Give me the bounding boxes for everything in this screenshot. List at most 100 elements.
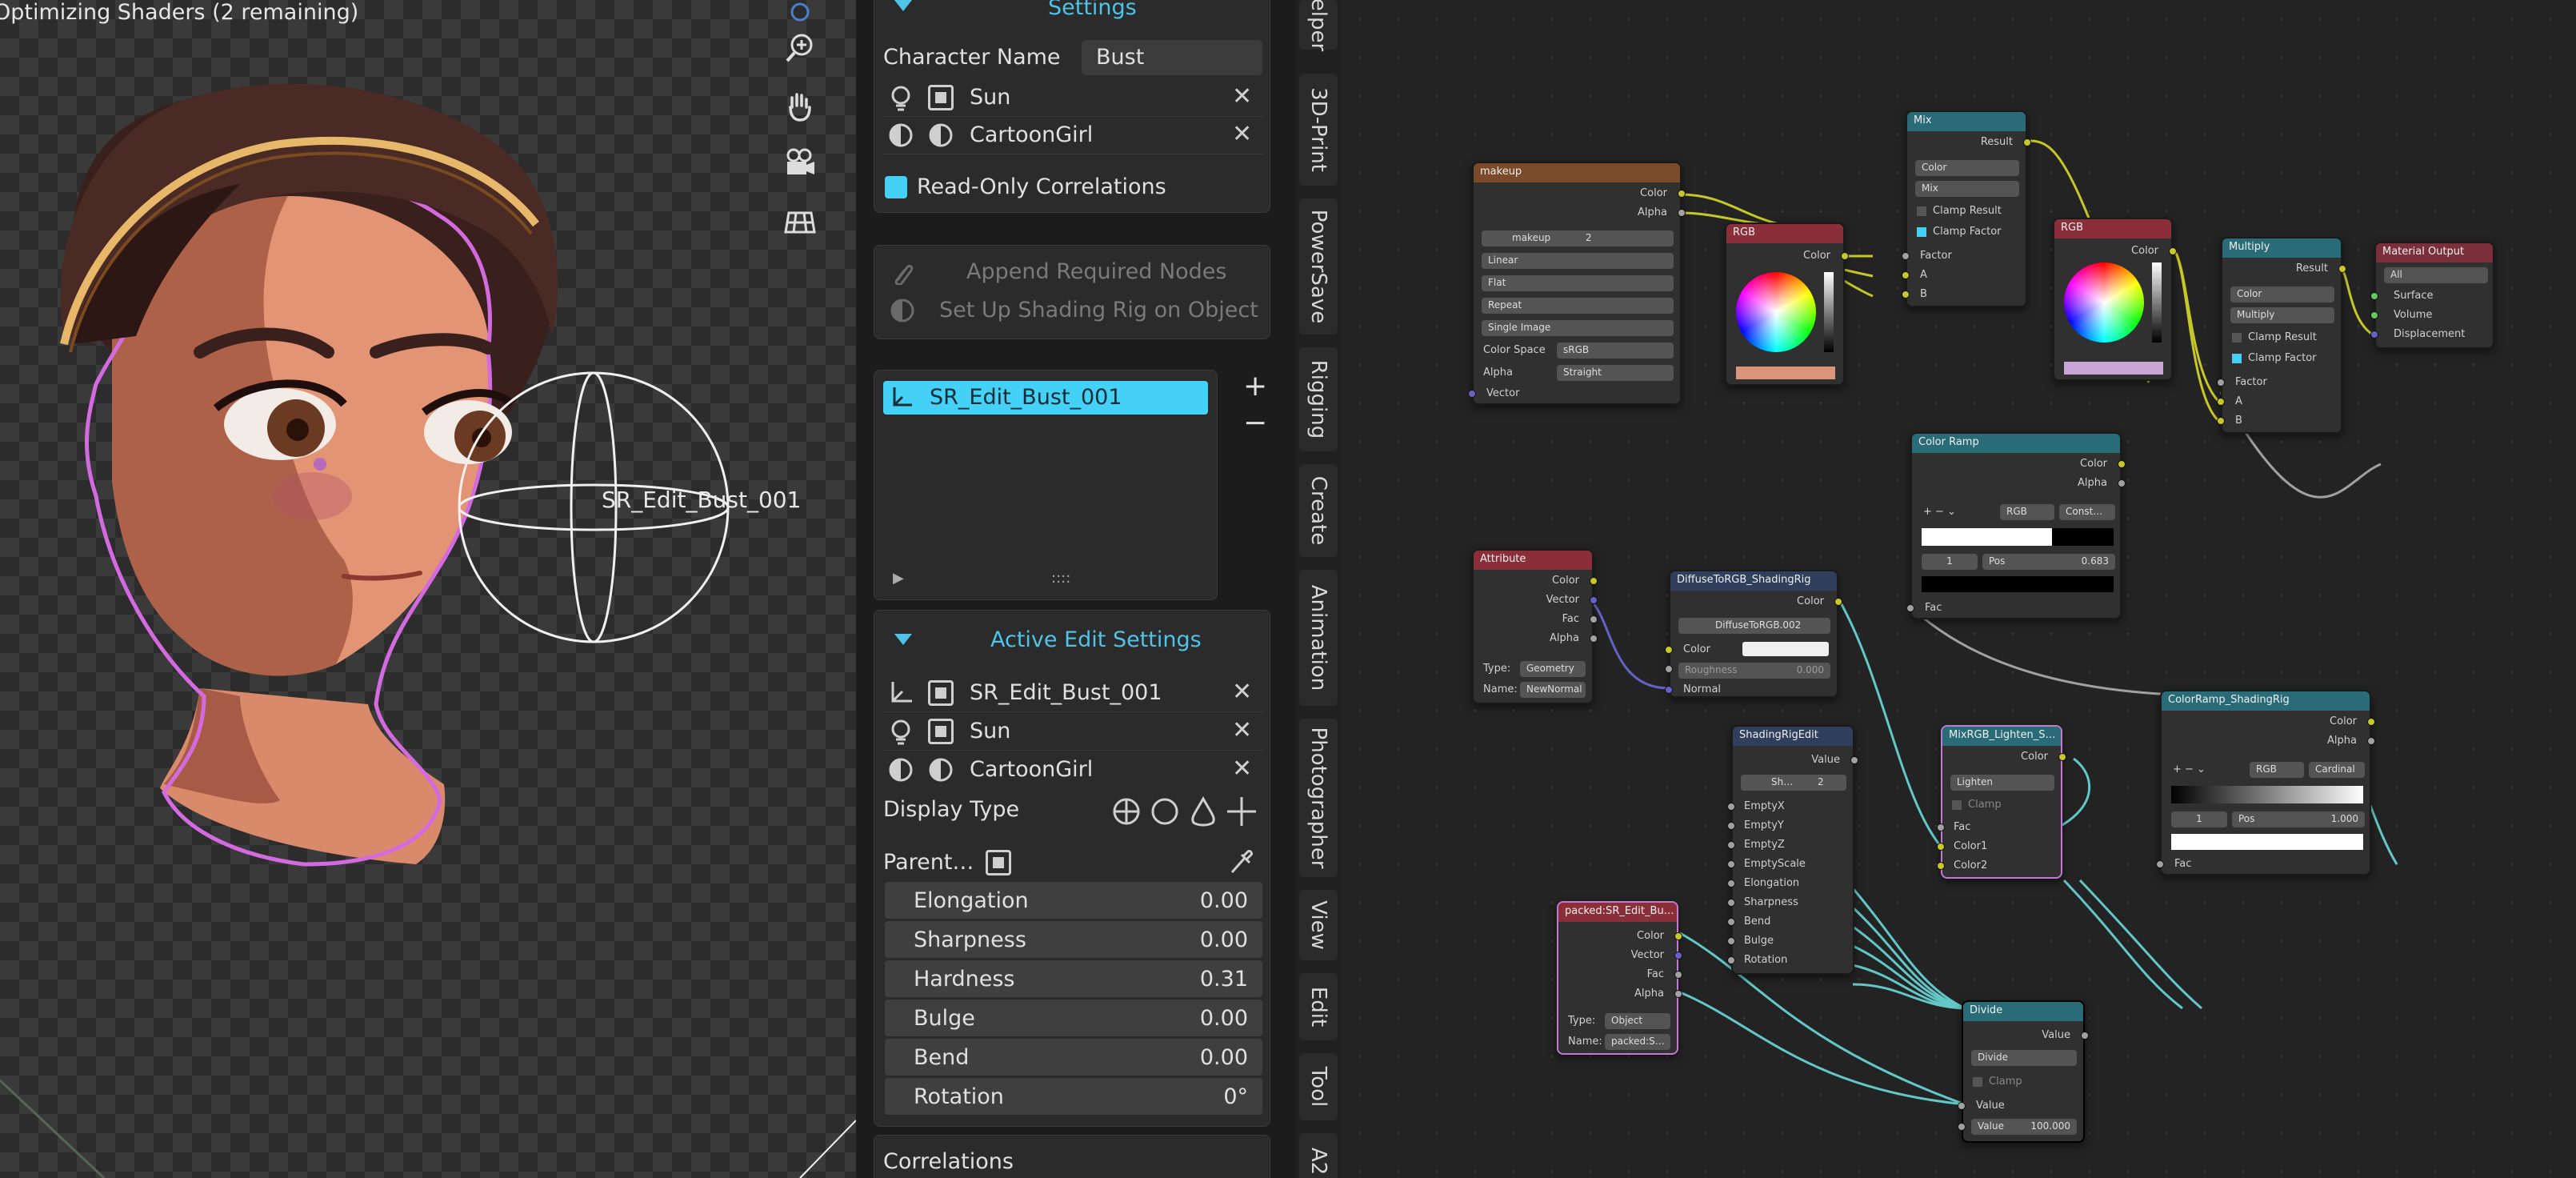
ramp-pos-field[interactable]: Pos 0.683 [1982, 554, 2115, 570]
socket-input[interactable] [2156, 860, 2164, 868]
collapse-triangle-icon[interactable] [894, 634, 912, 645]
target-select[interactable]: All [2384, 267, 2488, 283]
object-picker-icon[interactable] [928, 719, 954, 744]
socket-input[interactable] [1902, 271, 1910, 279]
node-header[interactable]: Color Ramp [1912, 434, 2120, 453]
append-required-nodes-button[interactable]: Append Required Nodes [883, 254, 1261, 290]
value-slider[interactable] [1824, 272, 1834, 352]
ramp-mode-select[interactable]: RGB [2000, 504, 2054, 520]
socket-output[interactable] [1674, 952, 1682, 960]
socket-input[interactable] [2217, 417, 2225, 425]
ramp-color-swatch[interactable] [2171, 834, 2363, 850]
ramp-mode-select[interactable]: RGB [2250, 762, 2304, 778]
socket-input[interactable] [1727, 841, 1735, 849]
socket-output[interactable] [1590, 577, 1598, 585]
node-header[interactable]: DiffuseToRGB_ShadingRig [1670, 571, 1837, 591]
socket-input[interactable] [1958, 1123, 1966, 1131]
node-group-shadingrig[interactable]: ShadingRigEdit Value Sh… 2 EmptyX EmptyY … [1727, 725, 1858, 975]
node-header[interactable]: Divide [1963, 1002, 2083, 1021]
tab-3d-print[interactable]: 3D-Print [1299, 74, 1338, 186]
object-picker-icon[interactable] [928, 85, 954, 110]
clamp-result-checkbox[interactable] [1917, 206, 1926, 216]
image-selector[interactable]: makeup 2 [1482, 230, 1674, 246]
socket-input[interactable] [1665, 665, 1673, 673]
elongation-field[interactable]: Elongation 0.00 [885, 882, 1262, 919]
eyedropper-icon[interactable] [1227, 847, 1254, 877]
clamp-factor-checkbox[interactable] [1917, 227, 1926, 237]
node-multiply[interactable]: Multiply Result Color Multiply Clamp Res… [2217, 237, 2346, 434]
socket-input[interactable] [2217, 398, 2225, 406]
ramp-gradient[interactable] [2171, 786, 2363, 803]
ramp-add-icon[interactable]: + − ⌄ [2173, 763, 2206, 775]
value-slider[interactable] [2152, 262, 2162, 343]
clear-icon[interactable]: ✕ [1232, 719, 1252, 743]
bulge-field[interactable]: Bulge 0.00 [885, 1000, 1262, 1036]
settings-header[interactable]: Settings [1048, 0, 1137, 20]
node-mixrgb-lighten[interactable]: MixRGB_Lighten_S… Color Lighten Clamp Fa… [1937, 725, 2066, 879]
socket-output[interactable] [1590, 635, 1598, 643]
node-material-output[interactable]: Material Output All Surface Volume Displ… [2370, 242, 2494, 349]
socket-input[interactable] [1727, 803, 1735, 811]
socket-output[interactable] [2367, 737, 2375, 745]
node-header[interactable]: MixRGB_Lighten_S… [1942, 727, 2061, 746]
active-edit-header[interactable]: Active Edit Settings [990, 627, 1202, 652]
socket-input[interactable] [1906, 604, 1914, 612]
socket-input[interactable] [1727, 899, 1735, 907]
type-select[interactable]: Geometry [1520, 661, 1586, 677]
tab-edit[interactable]: Edit [1299, 973, 1338, 1040]
collapse-triangle-icon[interactable] [894, 0, 912, 11]
socket-output[interactable] [1841, 252, 1849, 260]
tab-tool[interactable]: Tool [1299, 1053, 1338, 1120]
node-packed-texture[interactable]: packed:SR_Edit_Bu… Color Vector Fac Alph… [1557, 901, 1682, 1055]
checkbox-checked[interactable] [885, 176, 907, 198]
clamp-checkbox[interactable] [1973, 1077, 1982, 1087]
blend-mode-select[interactable]: Multiply [2230, 307, 2334, 323]
correlations-header[interactable]: Correlations [883, 1149, 1014, 1174]
attribute-name-field[interactable]: packed:S… [1605, 1034, 1670, 1050]
projection-select[interactable]: Flat [1482, 275, 1674, 291]
interpolation-select[interactable]: Linear [1482, 253, 1674, 269]
tab-helper[interactable]: elper [1299, 0, 1338, 51]
tab-photographer[interactable]: Photographer [1299, 719, 1338, 877]
character-name-input[interactable]: Bust [1082, 40, 1262, 75]
gizmo-dot[interactable] [778, 0, 822, 24]
socket-output[interactable] [2023, 138, 2031, 146]
node-rgb[interactable]: RGB Color [1725, 222, 1849, 386]
list-remove-button[interactable]: − [1243, 407, 1267, 439]
tab-a2[interactable]: A2 [1299, 1133, 1338, 1178]
grid-view-icon[interactable] [778, 198, 822, 243]
object-picker-icon[interactable] [986, 850, 1011, 875]
list-expand-icon[interactable]: ▶ [893, 570, 904, 587]
socket-output[interactable] [2367, 718, 2375, 726]
tab-powersave[interactable]: PowerSave [1299, 198, 1338, 335]
blend-mode-select[interactable]: Mix [1915, 181, 2019, 197]
socket-input[interactable] [1958, 1102, 1966, 1110]
socket-output[interactable] [1590, 615, 1598, 623]
3d-viewport[interactable]: Optimizing Shaders (2 remaining) SR_Edit… [0, 0, 856, 1178]
node-header[interactable]: packed:SR_Edit_Bu… [1558, 903, 1677, 922]
socket-output[interactable] [2118, 479, 2126, 487]
ramp-index-field[interactable]: 1 [1922, 554, 1978, 570]
socket-output[interactable] [1850, 756, 1858, 764]
node-colorramp-shadingrig[interactable]: ColorRamp_ShadingRig Color Alpha + − ⌄ R… [2156, 690, 2375, 875]
socket-input[interactable] [2370, 311, 2378, 319]
node-header[interactable]: makeup [1474, 163, 1680, 182]
operation-select[interactable]: Divide [1971, 1050, 2077, 1066]
socket-output[interactable] [1590, 596, 1598, 604]
socket-input[interactable] [1937, 843, 1945, 851]
tab-animation[interactable]: Animation [1299, 570, 1338, 706]
socket-output[interactable] [2058, 753, 2066, 761]
socket-output[interactable] [1674, 990, 1682, 998]
clamp-checkbox[interactable] [1952, 800, 1962, 810]
value-field[interactable]: Value 100.000 [1971, 1119, 2077, 1135]
node-header[interactable]: RGB [1726, 224, 1843, 243]
settings-row-sun[interactable]: Sun ✕ [883, 80, 1264, 117]
bend-field[interactable]: Bend 0.00 [885, 1039, 1262, 1076]
socket-input[interactable] [2217, 379, 2225, 387]
socket-input[interactable] [1727, 956, 1735, 964]
socket-input[interactable] [2370, 331, 2378, 339]
ramp-add-icon[interactable]: + − ⌄ [1923, 506, 1956, 518]
sharpness-field[interactable]: Sharpness 0.00 [885, 921, 1262, 958]
socket-output[interactable] [1674, 932, 1682, 940]
socket-input[interactable] [2370, 292, 2378, 300]
